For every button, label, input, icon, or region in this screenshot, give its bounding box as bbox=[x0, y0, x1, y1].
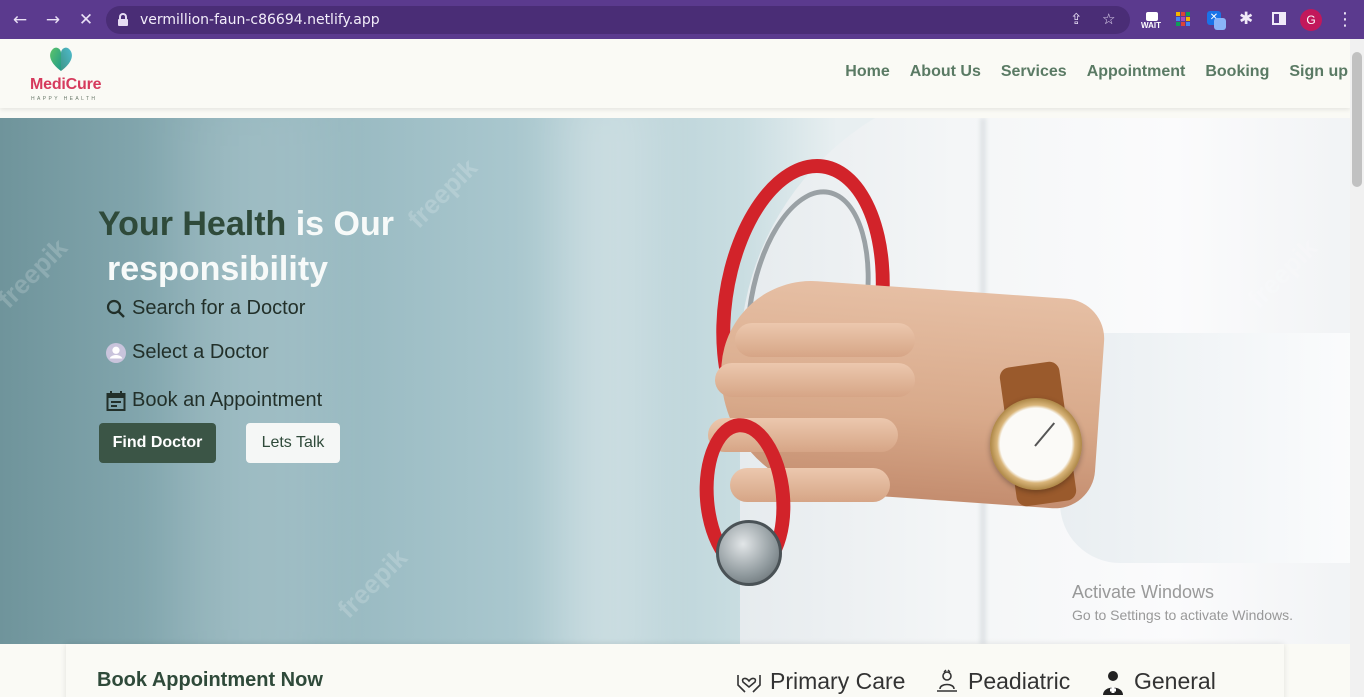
lets-talk-button[interactable]: Lets Talk bbox=[246, 423, 340, 463]
feature-book-appointment: Book an Appointment bbox=[106, 389, 322, 412]
activate-windows-watermark: Activate Windows Go to Settings to activ… bbox=[1072, 582, 1293, 623]
service-primary-care[interactable]: Primary Care bbox=[736, 668, 905, 695]
share-icon[interactable]: ⇪ bbox=[1070, 10, 1083, 28]
lock-icon[interactable] bbox=[118, 13, 128, 26]
headline-part-2: is Our bbox=[295, 205, 394, 243]
logo-title: MediCure bbox=[30, 76, 102, 93]
service-label: General bbox=[1134, 668, 1216, 694]
wait-extension-icon[interactable]: WAIT bbox=[1138, 12, 1164, 32]
service-peadiatric[interactable]: Peadiatric bbox=[934, 668, 1070, 695]
nav-about-us[interactable]: About Us bbox=[910, 63, 981, 81]
service-general[interactable]: General bbox=[1100, 668, 1216, 695]
heart-logo-icon bbox=[50, 47, 72, 71]
profile-avatar[interactable]: G bbox=[1300, 9, 1322, 31]
logo-tagline: HAPPY HEALTH bbox=[31, 96, 98, 102]
browser-toolbar: ← → ✕ vermillion-faun-c86694.netlify.app… bbox=[0, 0, 1364, 39]
star-icon[interactable]: ☆ bbox=[1102, 10, 1115, 28]
hero-section: freepik freepik freepik freepik Your Hea… bbox=[0, 118, 1350, 644]
child-care-icon bbox=[937, 669, 957, 692]
calendar-icon bbox=[106, 390, 126, 411]
service-label: Primary Care bbox=[770, 668, 906, 694]
book-appointment-strip: Book Appointment Now Primary Care Peadia… bbox=[66, 644, 1284, 697]
arrow-left-icon[interactable]: ← bbox=[9, 9, 31, 31]
medicure-logo[interactable]: MediCure HAPPY HEALTH bbox=[30, 43, 114, 103]
feature-select-doctor: Select a Doctor bbox=[106, 341, 269, 364]
extensions-puzzle-icon[interactable]: ✱ bbox=[1239, 9, 1253, 29]
url-text[interactable]: vermillion-faun-c86694.netlify.app bbox=[140, 12, 380, 28]
doctor-icon bbox=[1103, 670, 1123, 695]
find-doctor-button[interactable]: Find Doctor bbox=[99, 423, 216, 463]
main-nav: Home About Us Services Appointment Booki… bbox=[845, 63, 1348, 81]
user-icon bbox=[106, 342, 126, 363]
arrow-right-icon[interactable]: → bbox=[42, 9, 64, 31]
feature-label: Search for a Doctor bbox=[132, 297, 306, 319]
nav-booking[interactable]: Booking bbox=[1205, 63, 1269, 81]
nav-sign-up[interactable]: Sign up bbox=[1289, 63, 1348, 81]
booking-title: Book Appointment Now bbox=[97, 669, 323, 691]
feature-label: Book an Appointment bbox=[132, 389, 323, 411]
search-icon bbox=[106, 299, 125, 318]
service-label: Peadiatric bbox=[968, 668, 1071, 694]
grid-extension-icon[interactable] bbox=[1176, 12, 1190, 26]
page-scrollbar[interactable] bbox=[1350, 39, 1364, 697]
feature-search-doctor: Search for a Doctor bbox=[106, 297, 305, 320]
translate-extension-icon[interactable]: ✕ bbox=[1207, 11, 1227, 31]
heart-hands-icon bbox=[737, 674, 761, 693]
nav-services[interactable]: Services bbox=[1001, 63, 1067, 81]
site-navbar: MediCure HAPPY HEALTH Home About Us Serv… bbox=[0, 39, 1350, 108]
headline-part-1: Your Health bbox=[98, 205, 287, 243]
feature-label: Select a Doctor bbox=[132, 341, 269, 363]
address-bar[interactable]: vermillion-faun-c86694.netlify.app ⇪ ☆ bbox=[106, 6, 1130, 34]
headline-part-3: responsibility bbox=[107, 250, 329, 288]
close-icon[interactable]: ✕ bbox=[75, 9, 97, 31]
activate-windows-subtitle: Go to Settings to activate Windows. bbox=[1072, 607, 1293, 623]
scrollbar-thumb[interactable] bbox=[1352, 52, 1362, 187]
side-panel-icon[interactable] bbox=[1272, 12, 1286, 25]
hero-headline: Your Health is Our responsibility bbox=[98, 202, 458, 292]
more-menu-icon[interactable]: ⋮ bbox=[1336, 8, 1354, 30]
nav-home[interactable]: Home bbox=[845, 63, 889, 81]
nav-appointment[interactable]: Appointment bbox=[1087, 63, 1186, 81]
activate-windows-title: Activate Windows bbox=[1072, 582, 1215, 602]
